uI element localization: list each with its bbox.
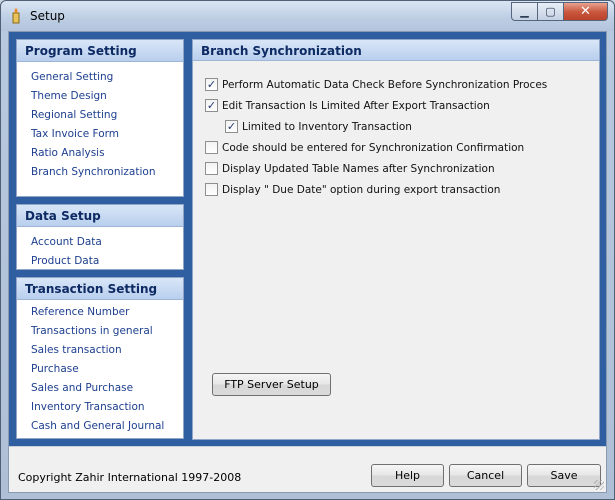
sidebar-item-ratio-analysis[interactable]: Ratio Analysis	[17, 143, 183, 162]
checkbox-code-confirmation[interactable]	[205, 141, 218, 154]
sidebar-item-inventory-transaction[interactable]: Inventory Transaction	[17, 397, 183, 416]
group-program-setting: Program Setting General Setting Theme De…	[16, 39, 184, 197]
group-header-data-setup[interactable]: Data Setup	[17, 205, 183, 227]
close-button[interactable]: ✕	[564, 2, 608, 21]
close-icon: ✕	[580, 4, 591, 19]
sidebar-item-sales-and-purchase[interactable]: Sales and Purchase	[17, 378, 183, 397]
checkbox-display-updated-tables[interactable]	[205, 162, 218, 175]
option-edit-transaction-limited[interactable]: ✓ Edit Transaction Is Limited After Expo…	[205, 99, 490, 112]
option-automatic-data-check[interactable]: ✓ Perform Automatic Data Check Before Sy…	[205, 78, 547, 91]
client-area: Program Setting General Setting Theme De…	[8, 31, 607, 493]
window-title: Setup	[30, 9, 65, 23]
sidebar-item-sales-transaction[interactable]: Sales transaction	[17, 340, 183, 359]
option-code-confirmation[interactable]: Code should be entered for Synchronizati…	[205, 141, 524, 154]
option-label: Display " Due Date" option during export…	[222, 183, 501, 196]
option-label: Display Updated Table Names after Synchr…	[222, 162, 495, 175]
option-label: Code should be entered for Synchronizati…	[222, 141, 525, 154]
minimize-icon: ▁	[520, 5, 529, 18]
panel-title: Branch Synchronization	[193, 40, 599, 61]
group-header-transaction-setting[interactable]: Transaction Setting	[17, 278, 183, 300]
checkbox-automatic-data-check[interactable]: ✓	[205, 78, 218, 91]
sidebar-item-purchase[interactable]: Purchase	[17, 359, 183, 378]
cancel-button[interactable]: Cancel	[449, 464, 522, 487]
group-header-program-setting[interactable]: Program Setting	[17, 40, 183, 62]
sidebar-item-reference-number[interactable]: Reference Number	[17, 302, 183, 321]
sidebar: Program Setting General Setting Theme De…	[9, 32, 192, 446]
option-display-updated-tables[interactable]: Display Updated Table Names after Synchr…	[205, 162, 495, 175]
save-button[interactable]: Save	[527, 464, 601, 487]
setup-window: Setup ▁ ▢ ✕ Program Setting General Sett…	[0, 0, 615, 500]
help-button[interactable]: Help	[371, 464, 444, 487]
option-limited-to-inventory[interactable]: ✓ Limited to Inventory Transaction	[225, 120, 412, 133]
sidebar-item-product-data[interactable]: Product Data	[17, 251, 183, 270]
sidebar-item-branch-synchronization[interactable]: Branch Synchronization	[17, 162, 183, 181]
footer-bar: Copyright Zahir International 1997-2008 …	[9, 446, 606, 492]
resize-grip-icon[interactable]	[594, 480, 604, 490]
group-transaction-setting: Transaction Setting Reference Number Tra…	[16, 277, 184, 439]
candle-icon	[9, 8, 23, 24]
check-icon: ✓	[206, 78, 217, 91]
checkbox-edit-transaction-limited[interactable]: ✓	[205, 99, 218, 112]
title-bar[interactable]: Setup ▁ ▢ ✕	[1, 1, 614, 31]
sidebar-item-cash-and-general-journal[interactable]: Cash and General Journal	[17, 416, 183, 435]
option-label: Edit Transaction Is Limited After Export…	[222, 99, 490, 112]
copyright-text: Copyright Zahir International 1997-2008	[18, 471, 242, 484]
sidebar-item-regional-setting[interactable]: Regional Setting	[17, 105, 183, 124]
check-icon: ✓	[206, 99, 217, 112]
maximize-button[interactable]: ▢	[538, 2, 564, 21]
sidebar-item-theme-design[interactable]: Theme Design	[17, 86, 183, 105]
sidebar-item-account-data[interactable]: Account Data	[17, 232, 183, 251]
maximize-icon: ▢	[545, 5, 556, 18]
option-label: Limited to Inventory Transaction	[242, 120, 412, 133]
ftp-server-setup-button[interactable]: FTP Server Setup	[212, 373, 331, 396]
content-area: Branch Synchronization ✓ Perform Automat…	[192, 32, 606, 446]
check-icon: ✓	[226, 120, 237, 133]
checkbox-limited-to-inventory[interactable]: ✓	[225, 120, 238, 133]
group-data-setup: Data Setup Account Data Product Data	[16, 204, 184, 270]
sidebar-item-general-setting[interactable]: General Setting	[17, 67, 183, 86]
checkbox-display-due-date[interactable]	[205, 183, 218, 196]
option-display-due-date[interactable]: Display " Due Date" option during export…	[205, 183, 500, 196]
sidebar-item-transactions-in-general[interactable]: Transactions in general	[17, 321, 183, 340]
minimize-button[interactable]: ▁	[511, 2, 538, 21]
branch-synchronization-panel: Branch Synchronization ✓ Perform Automat…	[192, 39, 600, 440]
sidebar-item-tax-invoice-form[interactable]: Tax Invoice Form	[17, 124, 183, 143]
option-label: Perform Automatic Data Check Before Sync…	[222, 78, 548, 91]
